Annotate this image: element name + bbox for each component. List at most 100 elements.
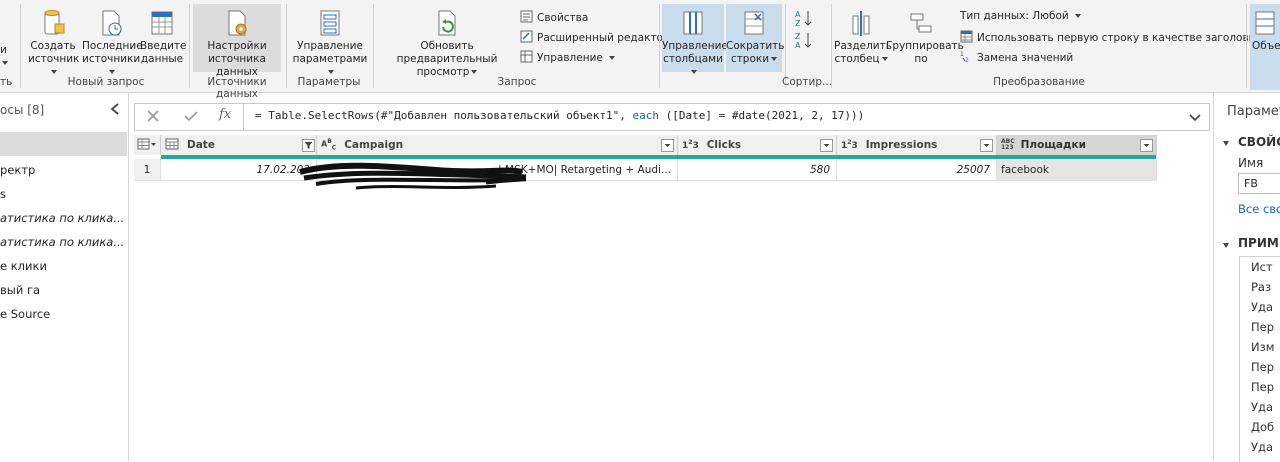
- query-item[interactable]: s: [0, 187, 6, 201]
- enter-data-button[interactable]: Введите данные: [140, 8, 187, 66]
- recent-sources-button[interactable]: Последние источники: [82, 8, 143, 79]
- query-name-input[interactable]: FB: [1238, 173, 1280, 194]
- applied-step-item[interactable]: Уда: [1251, 300, 1273, 314]
- svg-text:Z: Z: [795, 32, 801, 41]
- formula-keyword: each: [632, 109, 660, 122]
- cell-ploshadki[interactable]: facebook: [997, 159, 1157, 181]
- query-item[interactable]: ректр: [0, 163, 35, 177]
- group-by-label-1: Группировать: [886, 40, 964, 52]
- manage-button[interactable]: Управление: [520, 50, 615, 66]
- query-item[interactable]: вый га: [0, 283, 40, 297]
- properties-icon: [520, 10, 533, 26]
- ploshadki-dropdown-chevron-icon[interactable]: [1140, 139, 1153, 152]
- ribbon-separator: [373, 4, 374, 88]
- svg-text:1: 1: [960, 51, 964, 58]
- formula-bar: fx = Table.SelectRows(#"Добавлен пользов…: [134, 103, 1210, 131]
- query-item[interactable]: e Source: [0, 307, 50, 321]
- query-item[interactable]: атистика по клика...: [0, 235, 124, 249]
- collapse-pane-chevron-icon[interactable]: [108, 101, 122, 117]
- sort-ascending-icon[interactable]: AZ: [794, 8, 814, 28]
- cell-impressions[interactable]: 25007: [837, 159, 997, 181]
- group-label-sort: Сортир...: [782, 76, 833, 88]
- create-source-button[interactable]: Создать источник: [28, 8, 79, 79]
- text-type-icon: ABC: [321, 138, 337, 152]
- manage-columns-button[interactable]: Управление столбцами: [662, 8, 728, 79]
- sort-descending-icon[interactable]: ZA: [794, 30, 814, 50]
- formula-input[interactable]: = Table.SelectRows(#"Добавлен пользовате…: [255, 109, 864, 122]
- column-header-campaign[interactable]: ABC Campaign: [317, 135, 678, 155]
- selected-query-item[interactable]: [0, 132, 127, 156]
- applied-step-item[interactable]: Уда: [1251, 400, 1273, 414]
- query-settings-title: Параметр: [1227, 104, 1280, 119]
- group-label-new-query: Новый запрос: [67, 76, 145, 88]
- reduce-rows-button[interactable]: Сократить строки: [726, 8, 784, 66]
- create-source-label-1: Создать: [30, 40, 76, 52]
- replace-values-button[interactable]: 12 Замена значений: [960, 50, 1073, 66]
- combine-label: Объед: [1252, 40, 1280, 52]
- combine-icon: [1252, 8, 1278, 38]
- applied-step-item[interactable]: Раз: [1251, 280, 1271, 294]
- cell-clicks[interactable]: 580: [678, 159, 837, 181]
- cell-impressions-value: 25007: [956, 163, 990, 176]
- number-type-icon: 123: [841, 139, 858, 151]
- column-name-campaign: Campaign: [344, 139, 404, 151]
- group-label-data-sources: Источники данных: [207, 76, 267, 100]
- split-column-label-2: столбец: [834, 53, 888, 66]
- column-header-impressions[interactable]: 123 Impressions: [837, 135, 997, 155]
- expand-formula-chevron-icon[interactable]: [1187, 109, 1203, 125]
- refresh-preview-button[interactable]: Обновить предварительный просмотр: [376, 8, 518, 79]
- data-type-caret: [1074, 14, 1081, 18]
- applied-steps-list: Ист Раз Уда Пер Изм Пер Пер Уда Доб Уда: [1239, 256, 1280, 462]
- applied-step-item[interactable]: Доб: [1251, 420, 1274, 434]
- cut-left-button[interactable]: и: [0, 44, 18, 70]
- parameters-icon: [317, 8, 343, 38]
- filter-icon[interactable]: [302, 139, 315, 152]
- recent-sources-label-1: Последние: [82, 40, 143, 52]
- first-row-headers-icon: [960, 30, 973, 46]
- query-item[interactable]: е клики: [0, 259, 47, 273]
- ds-settings-label-1: Настройки: [207, 40, 267, 52]
- group-by-button[interactable]: Группировать по: [886, 8, 964, 66]
- use-first-row-button[interactable]: Использовать первую строку в качестве за…: [960, 30, 1280, 46]
- ribbon-separator: [659, 4, 660, 88]
- campaign-dropdown-chevron-icon[interactable]: [661, 139, 674, 152]
- split-column-button[interactable]: Разделить столбец: [834, 8, 892, 66]
- manage-caret: [608, 56, 615, 60]
- query-item[interactable]: атистика по клика...: [0, 211, 124, 225]
- applied-step-item[interactable]: Пер: [1251, 320, 1274, 334]
- applied-step-item[interactable]: Пер: [1251, 360, 1274, 374]
- data-type-dropdown[interactable]: Тип данных: Любой: [960, 10, 1081, 22]
- applied-step-item[interactable]: Уда: [1251, 440, 1273, 454]
- column-header-clicks[interactable]: 123 Clicks: [678, 135, 837, 155]
- data-source-settings-button[interactable]: Настройки источника данных: [193, 8, 281, 79]
- row-index[interactable]: 1: [134, 159, 161, 181]
- queries-pane-title: осы [8]: [0, 103, 45, 117]
- cut-left-label: и: [0, 44, 7, 56]
- cancel-formula-icon[interactable]: [145, 108, 161, 124]
- split-column-label-1: Разделить: [834, 40, 892, 52]
- applied-step-item[interactable]: Пер: [1251, 380, 1274, 394]
- advanced-editor-button[interactable]: Расширенный редактор: [520, 30, 670, 46]
- fx-icon[interactable]: fx: [219, 107, 231, 122]
- applied-step-item[interactable]: Изм: [1251, 340, 1274, 354]
- properties-button[interactable]: Свойства: [520, 10, 588, 26]
- confirm-formula-icon[interactable]: [183, 108, 199, 124]
- manage-parameters-button[interactable]: Управление параметрами: [290, 8, 370, 79]
- table-icon: [149, 8, 175, 38]
- applied-steps-collapse-icon[interactable]: [1222, 239, 1230, 252]
- table-menu-button[interactable]: [134, 135, 161, 155]
- column-header-date[interactable]: Date: [161, 135, 317, 155]
- group-label-transform: Преобразование: [993, 76, 1085, 88]
- clicks-dropdown-chevron-icon[interactable]: [820, 139, 833, 152]
- combine-button[interactable]: Объед: [1252, 8, 1280, 53]
- column-name-clicks: Clicks: [706, 139, 742, 151]
- all-properties-link[interactable]: Все свой: [1238, 202, 1280, 216]
- ribbon-separator: [286, 4, 287, 88]
- properties-collapse-icon[interactable]: [1222, 137, 1230, 150]
- svg-text:2: 2: [965, 57, 969, 63]
- settings-document-icon: [224, 8, 250, 38]
- cell-date[interactable]: 17.02.202: [161, 159, 317, 181]
- applied-step-item[interactable]: Ист: [1251, 260, 1273, 274]
- column-header-ploshadki[interactable]: ABC 123 Площадки: [997, 135, 1157, 155]
- impressions-dropdown-chevron-icon[interactable]: [980, 139, 993, 152]
